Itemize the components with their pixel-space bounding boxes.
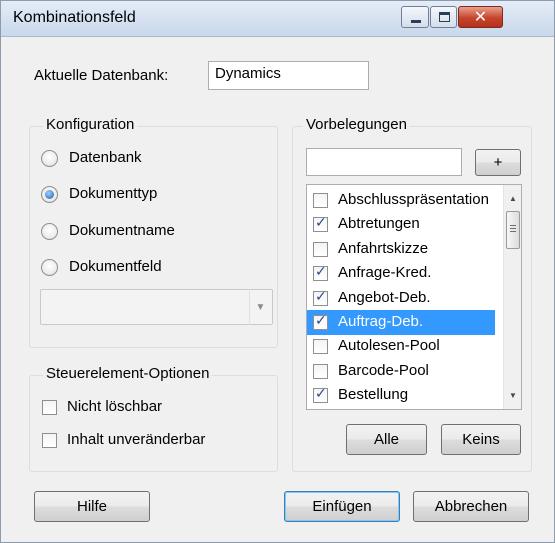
checkbox-label: Inhalt unveränderbar [67, 431, 206, 448]
add-icon: + [493, 154, 503, 171]
list-item[interactable]: Auftrag-Deb. [307, 310, 495, 335]
list-item[interactable]: Autolesen-Pool [307, 334, 495, 359]
checkbox[interactable] [313, 241, 328, 257]
list-item-label: Anfrage-Kred. [338, 264, 432, 282]
select-all-button[interactable]: Alle [346, 424, 427, 455]
title-bar[interactable]: Kombinationsfeld ✕ [1, 1, 554, 37]
list-item-label: Angebot-Deb. [338, 288, 431, 306]
list-item-label: Autolesen-Pool [338, 337, 440, 355]
select-all-label: Alle [373, 431, 399, 448]
checkbox[interactable] [313, 264, 328, 282]
vorbelegungen-list[interactable]: Abschlusspräsentation Abtretungen Anfahrts… [306, 184, 522, 410]
database-field[interactable]: Dynamics [208, 61, 369, 90]
list-item-label: Barcode-Pool [338, 361, 429, 379]
database-label: Aktuelle Datenbank: [34, 67, 169, 84]
vorbelegungen-title: Vorbelegungen [303, 116, 410, 133]
maximize-icon [439, 12, 450, 22]
list-item[interactable]: Abschlusspräsentation [307, 188, 495, 213]
checkbox[interactable] [313, 339, 328, 355]
radio-button[interactable] [41, 186, 58, 203]
list-item-label: Abschlusspräsentation [338, 191, 489, 208]
dokumentfeld-combo[interactable]: ▼ [40, 289, 273, 325]
select-none-button[interactable]: Keins [441, 424, 521, 455]
window-title: Kombinationsfeld [13, 9, 136, 26]
radio-label: Dokumentname [69, 222, 175, 239]
list-item-label: Bestellung [338, 386, 409, 404]
maximize-button[interactable] [430, 6, 457, 28]
checkbox[interactable] [42, 433, 57, 448]
minimize-button[interactable] [401, 6, 429, 28]
radio-button[interactable] [41, 259, 58, 276]
dialog-window: Kombinationsfeld ✕ Aktuelle Datenbank: D… [0, 0, 555, 543]
list-item-label: Anfahrtskizze [338, 239, 429, 257]
list-item[interactable]: Abtretungen [307, 212, 495, 237]
checkbox[interactable] [313, 386, 328, 404]
radio-label: Dokumenttyp [69, 185, 158, 202]
list-item[interactable]: Anfahrtskizze [307, 237, 495, 262]
close-button[interactable]: ✕ [458, 6, 503, 28]
checkbox[interactable] [313, 363, 328, 379]
vorbelegung-input[interactable] [306, 148, 462, 176]
radio-button[interactable] [41, 150, 58, 167]
insert-button[interactable]: Einfügen [284, 491, 400, 522]
insert-label: Einfügen [312, 498, 372, 515]
steuerelement-group [29, 375, 278, 472]
checkbox[interactable] [313, 193, 328, 208]
close-icon: ✕ [473, 7, 488, 26]
chevron-down-icon[interactable]: ▼ [249, 291, 271, 325]
help-button[interactable]: Hilfe [34, 491, 150, 522]
checkbox-label: Nicht löschbar [67, 398, 163, 415]
konfiguration-title: Konfiguration [43, 116, 138, 133]
list-item[interactable]: Anfrage-Kred. [307, 261, 495, 286]
checkbox[interactable] [42, 400, 57, 415]
list-item-label: Abtretungen [338, 215, 420, 233]
list-item[interactable]: Barcode-Pool [307, 359, 495, 384]
vertical-scrollbar[interactable]: ▲ ▼ [503, 185, 521, 409]
list-item-label: Auftrag-Deb. [338, 313, 424, 330]
checkbox[interactable] [313, 215, 328, 233]
add-button[interactable]: + [475, 149, 521, 176]
radio-button[interactable] [41, 223, 58, 240]
scroll-down-icon[interactable]: ▼ [504, 387, 521, 405]
checkbox[interactable] [313, 313, 328, 330]
help-label: Hilfe [76, 498, 107, 515]
select-none-label: Keins [462, 431, 500, 448]
cancel-button[interactable]: Abbrechen [413, 491, 529, 522]
list-item[interactable]: Angebot-Deb. [307, 286, 495, 311]
steuerelement-title: Steuerelement-Optionen [43, 365, 213, 382]
radio-label: Dokumentfeld [69, 258, 162, 275]
scroll-thumb[interactable] [506, 211, 520, 249]
minimize-icon [411, 20, 421, 23]
scroll-up-icon[interactable]: ▲ [504, 190, 521, 208]
database-value: Dynamics [215, 65, 281, 82]
cancel-label: Abbrechen [434, 498, 508, 515]
radio-label: Datenbank [69, 149, 142, 166]
list-item[interactable]: Bestellung [307, 383, 495, 408]
checkbox[interactable] [313, 289, 328, 306]
